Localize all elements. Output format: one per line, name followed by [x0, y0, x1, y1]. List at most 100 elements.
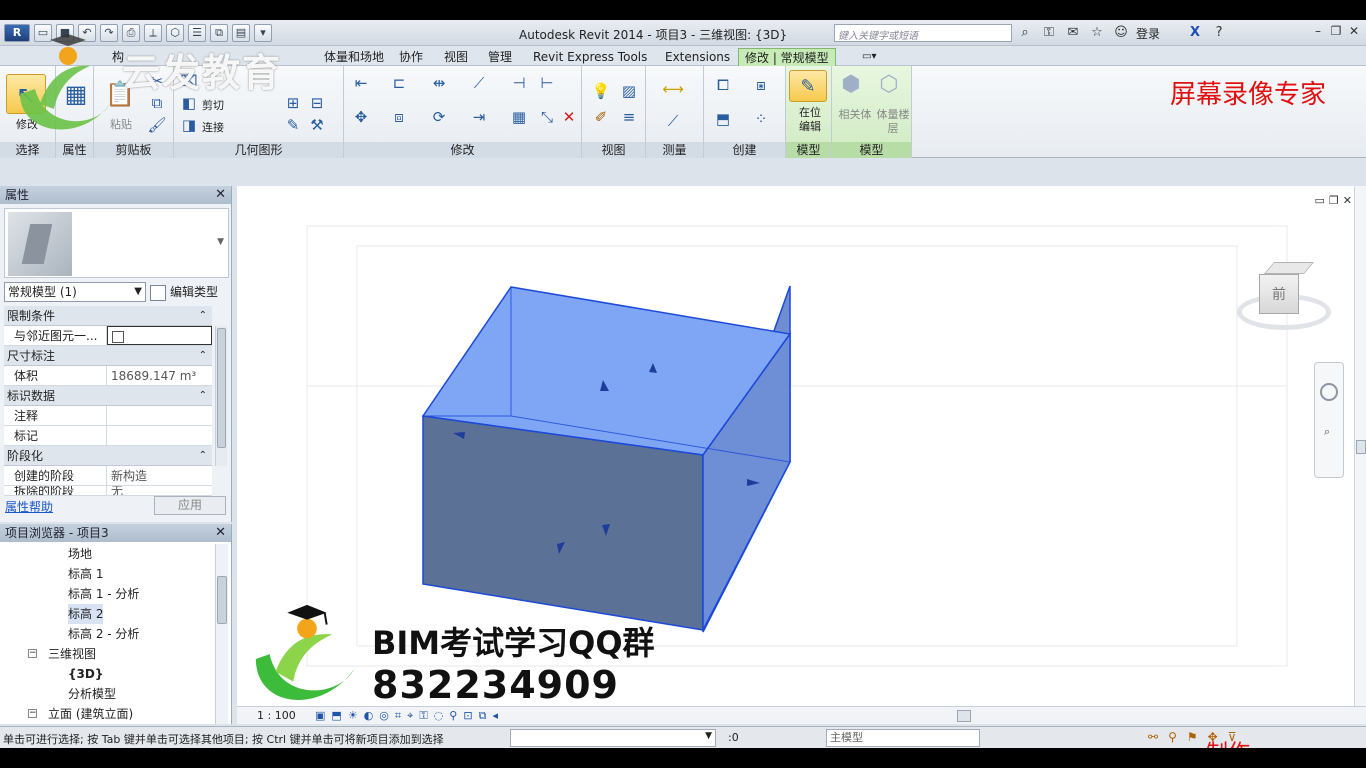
view-restore-icon[interactable]: ❐ [1329, 194, 1339, 207]
close-hidden-icon[interactable]: ⧉ [210, 24, 228, 42]
align-icon[interactable]: ⇤ [350, 72, 372, 94]
join-icon[interactable]: ◨ [178, 114, 200, 136]
type-preview-arrow-icon[interactable]: ▼ [217, 237, 224, 247]
hide-isolate-icon[interactable]: 💡 [590, 80, 612, 102]
paint-icon[interactable]: ✎ [282, 114, 304, 136]
browser-item[interactable]: − 立面 (建筑立面) [0, 704, 214, 724]
split-face-icon[interactable]: ⊞ [282, 92, 304, 114]
delete-icon[interactable]: ✕ [558, 106, 580, 128]
mirror-axis-icon[interactable]: ⇹ [428, 72, 450, 94]
user-icon[interactable]: ☺ [1112, 24, 1130, 42]
array-icon[interactable]: ▦ [508, 106, 530, 128]
tab-manage[interactable]: 管理 [482, 48, 518, 66]
dimension-icon[interactable]: ⟋ [662, 110, 684, 132]
thin-lines-icon[interactable]: ☰ [188, 24, 206, 42]
temp-hide-icon[interactable]: ◌ [434, 709, 444, 723]
tab-revit-express-tools[interactable]: Revit Express Tools [527, 48, 653, 66]
related-host-icon[interactable]: ⬢ [840, 74, 862, 96]
tab-collaborate[interactable]: 协作 [393, 48, 429, 66]
show-crop-icon[interactable]: ⌖ [407, 709, 413, 723]
restore-icon[interactable]: ❐ [1328, 23, 1344, 39]
reveal-hidden-icon[interactable]: ⚲ [449, 709, 457, 723]
analytical-model-icon[interactable]: ⊡ [463, 709, 472, 723]
highlight-displacement-icon[interactable]: ⧉ [479, 709, 487, 723]
rotate-icon[interactable]: ⟳ [428, 106, 450, 128]
properties-close-icon[interactable]: ✕ [215, 186, 226, 204]
section-constraints[interactable]: 限制条件 ⌃ [4, 306, 212, 326]
browser-item[interactable]: 标高 2 [0, 604, 214, 624]
match-type-icon[interactable]: 🖌 [146, 114, 168, 136]
tab-view[interactable]: 视图 [438, 48, 474, 66]
browser-item[interactable]: 分析模型 [0, 684, 214, 704]
create-group-icon[interactable]: ⧠ [712, 74, 734, 96]
help-icon[interactable]: ? [1210, 24, 1228, 42]
exchange-icon[interactable]: X [1186, 24, 1204, 42]
wall-joins-icon[interactable]: ⊟ [306, 92, 328, 114]
browser-item[interactable]: {3D} [0, 664, 214, 684]
minimize-icon[interactable]: – [1310, 23, 1326, 39]
filter-lines-icon[interactable]: ≡ [618, 106, 640, 128]
section-dimensions[interactable]: 尺寸标注 ⌃ [4, 346, 212, 366]
login-button[interactable]: 登录 [1136, 25, 1160, 42]
browser-item[interactable]: 标高 2 - 分析 [0, 624, 214, 644]
property-value[interactable] [107, 426, 212, 445]
move-icon[interactable]: ✥ [350, 106, 372, 128]
section-identity-data[interactable]: 标识数据 ⌃ [4, 386, 212, 406]
linework-icon[interactable]: ✐ [590, 106, 612, 128]
viewport-vertical-scrollbar[interactable] [1354, 186, 1366, 706]
mirror-draw-icon[interactable]: ⟋ [468, 72, 490, 94]
browser-scrollbar[interactable] [215, 544, 228, 724]
viewcube-top[interactable] [1263, 262, 1315, 274]
viewcube[interactable]: 前 [1233, 262, 1333, 336]
type-selector[interactable]: 常规模型 (1) ▼ [4, 282, 146, 302]
zoom-icon[interactable]: ⌕ [1324, 425, 1330, 439]
scrollbar-thumb[interactable] [217, 576, 227, 624]
create-parts-icon[interactable]: ⬒ [712, 108, 734, 130]
scrollbar-thumb[interactable] [217, 328, 226, 448]
qat-dropdown-icon[interactable]: ▾ [254, 24, 272, 42]
panel-title-select[interactable]: 选择 [0, 142, 55, 158]
select-links-icon[interactable]: ⚯ [1148, 730, 1158, 744]
property-value[interactable]: 无 [107, 486, 212, 495]
properties-help-link[interactable]: 属性帮助 [5, 498, 53, 515]
project-browser-close-icon[interactable]: ✕ [215, 524, 226, 542]
create-similar-icon[interactable]: ⁘ [750, 108, 772, 130]
tab-modify-generic-model[interactable]: 修改 | 常规模型 [738, 48, 836, 66]
edit-inplace-icon[interactable]: ✎ [789, 70, 827, 102]
checkbox[interactable] [112, 330, 124, 343]
offset-icon[interactable]: ⊏ [388, 72, 410, 94]
render-icon[interactable]: ◎ [379, 709, 389, 723]
subscription-icon[interactable]: ⚿ [1040, 24, 1058, 42]
communication-icon[interactable]: ✉ [1064, 24, 1082, 42]
browser-item[interactable]: − 三维视图 [0, 644, 214, 664]
select-pinned-icon[interactable]: ⚑ [1187, 730, 1198, 744]
scroll-left-icon[interactable]: ◂ [492, 709, 498, 723]
trim-icon[interactable]: ⊢ [536, 72, 558, 94]
3d-view-icon[interactable]: ⬡ [166, 24, 184, 42]
measure-distance-icon[interactable]: ⟷ [662, 78, 684, 100]
steering-wheel-icon[interactable] [1320, 383, 1338, 401]
ribbon-minimize-icon[interactable]: ▭▾ [856, 48, 882, 66]
favorites-star-icon[interactable]: ☆ [1088, 24, 1106, 42]
properties-scrollbar[interactable] [215, 326, 227, 466]
unlock-view-icon[interactable]: ⚿ [419, 709, 427, 723]
browser-item[interactable]: 场地 [0, 544, 214, 564]
browser-item[interactable]: 标高 1 - 分析 [0, 584, 214, 604]
scrollbar-thumb[interactable] [1356, 440, 1366, 454]
select-underlay-icon[interactable]: ⚲ [1168, 730, 1177, 744]
browser-item[interactable]: 标高 1 [0, 564, 214, 584]
tab-extensions[interactable]: Extensions [659, 48, 736, 66]
viewcube-front-face[interactable]: 前 [1259, 274, 1299, 314]
demolish-icon[interactable]: ⚒ [306, 114, 328, 136]
search-input[interactable]: 键入关键字或短语 [834, 24, 1012, 42]
override-graphics-icon[interactable]: ▨ [618, 80, 640, 102]
viewport-horizontal-scrollbar[interactable] [597, 710, 1345, 722]
trim-extend-icon[interactable]: ⇥ [468, 106, 490, 128]
tree-collapse-icon[interactable]: − [28, 649, 37, 658]
workset-dropdown[interactable]: ▼ [510, 729, 716, 747]
view-close-icon[interactable]: ✕ [1343, 194, 1352, 207]
create-assembly-icon[interactable]: ⧆ [750, 74, 772, 96]
property-value[interactable]: 新构造 [107, 466, 212, 485]
mass-floors-icon[interactable]: ⬡ [878, 74, 900, 96]
close-icon[interactable]: ✕ [1346, 23, 1362, 39]
